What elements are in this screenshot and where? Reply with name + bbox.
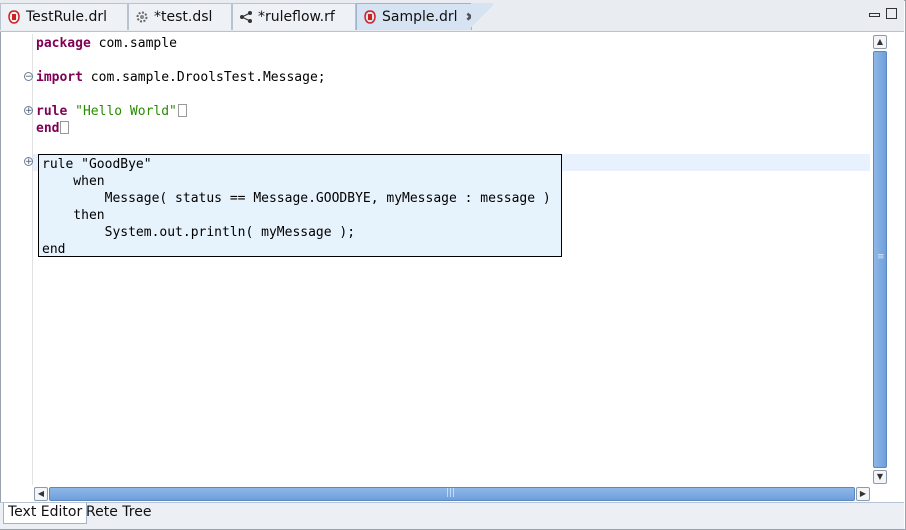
hover-line: when <box>42 174 105 189</box>
code-text: com.sample.DroolsTest.Message; <box>82 70 326 85</box>
tab-sample-drl[interactable]: Sample.drl ✖ <box>356 3 493 31</box>
code-line-end[interactable]: end <box>36 120 70 137</box>
scroll-right-button[interactable]: ▶ <box>856 487 870 501</box>
annotation-ruler <box>16 34 33 485</box>
close-icon[interactable]: ✖ <box>465 10 475 24</box>
expand-fold-icon[interactable]: + <box>24 157 33 167</box>
tab-label: *ruleflow.rf <box>258 9 335 25</box>
maximize-button[interactable] <box>886 8 897 19</box>
hover-line: rule "GoodBye" <box>42 157 152 172</box>
code-line-rule[interactable]: rule "Hello World" <box>36 103 187 120</box>
drools-rule-icon <box>363 10 377 24</box>
scroll-left-button[interactable]: ◀ <box>34 487 48 501</box>
tab-text-editor[interactable]: Text Editor <box>3 503 88 524</box>
keyword: import <box>36 70 83 85</box>
drools-rule-icon <box>7 10 21 24</box>
vertical-scrollbar[interactable]: ▲ ≡ ▼ <box>872 35 888 484</box>
tab-testrule-drl[interactable]: TestRule.drl <box>0 3 128 30</box>
tab-ruleflow-rf[interactable]: *ruleflow.rf <box>232 3 356 30</box>
tab-label: *test.dsl <box>154 9 213 25</box>
tab-label: TestRule.drl <box>26 9 108 25</box>
tab-label: Sample.drl <box>382 9 458 25</box>
scroll-down-button[interactable]: ▼ <box>873 470 887 484</box>
vertical-scroll-thumb[interactable]: ≡ <box>873 51 887 468</box>
code-line-package[interactable]: package com.sample <box>36 35 177 52</box>
minimize-button[interactable] <box>869 13 880 17</box>
code-text: com.sample <box>90 36 177 51</box>
ruleflow-icon <box>239 10 253 24</box>
gear-icon <box>135 10 149 24</box>
editor-page-tabs: Text Editor Rete Tree <box>0 502 904 529</box>
hover-line: System.out.println( myMessage ); <box>42 225 356 240</box>
grip-icon: ≡ <box>877 252 885 262</box>
expand-fold-icon[interactable]: + <box>24 106 33 116</box>
folded-code-hover: rule "GoodBye" when Message( status == M… <box>38 154 562 257</box>
keyword: end <box>36 121 60 136</box>
folded-region-marker[interactable] <box>177 104 187 117</box>
tab-rete-tree[interactable]: Rete Tree <box>82 503 155 524</box>
keyword: rule <box>36 104 68 119</box>
horizontal-scrollbar[interactable]: ◀ ||| ▶ <box>34 487 870 501</box>
hover-line: then <box>42 208 105 223</box>
folded-region-marker[interactable] <box>60 121 70 134</box>
horizontal-scroll-thumb[interactable]: ||| <box>49 487 855 501</box>
text-editor[interactable] <box>16 34 870 485</box>
tab-test-dsl[interactable]: *test.dsl <box>128 3 232 30</box>
grip-icon: ||| <box>446 488 456 498</box>
editor-tab-bar: TestRule.drl *test.dsl *ruleflow.rf Samp… <box>0 0 904 32</box>
string-literal: "Hello World" <box>75 104 177 119</box>
keyword: package <box>36 36 91 51</box>
collapse-fold-icon[interactable]: − <box>24 72 33 82</box>
scroll-up-button[interactable]: ▲ <box>873 35 887 49</box>
hover-line: end <box>42 242 66 257</box>
hover-line: Message( status == Message.GOODBYE, myMe… <box>42 191 551 206</box>
code-line-import[interactable]: import com.sample.DroolsTest.Message; <box>36 69 326 86</box>
